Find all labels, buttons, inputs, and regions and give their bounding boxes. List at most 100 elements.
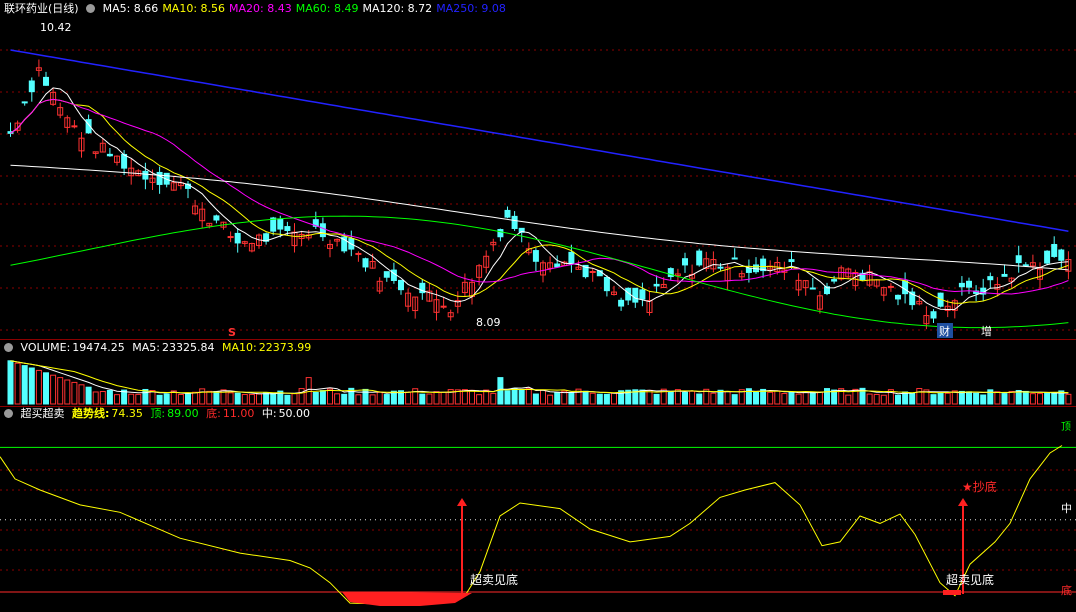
- volume-bar: [327, 388, 333, 405]
- volume-bar: [710, 392, 717, 405]
- volume-bar: [781, 393, 788, 405]
- volume-bar: [7, 360, 14, 405]
- volume-bar: [341, 393, 348, 405]
- volume-bar: [944, 392, 951, 405]
- volume-bar: [532, 393, 539, 405]
- volume-bar: [774, 390, 781, 405]
- candle-body: [532, 250, 539, 262]
- volume-bar: [973, 392, 980, 405]
- candle-body: [43, 76, 49, 86]
- volume-bar: [128, 393, 135, 405]
- volume-bar: [1044, 392, 1051, 405]
- candle-body: [71, 125, 78, 128]
- volume-bar: [525, 388, 532, 405]
- volume-bar: [234, 392, 241, 405]
- ma5-line: [10, 87, 1069, 311]
- volume-bar: [1022, 390, 1029, 405]
- candle-body: [28, 80, 35, 93]
- volume-bar: [582, 390, 589, 405]
- volume-bar: [57, 377, 64, 405]
- candle-body: [958, 282, 965, 288]
- cai-marker: 财: [939, 324, 950, 338]
- ma60-line: [10, 215, 1069, 329]
- candle-body: [632, 287, 639, 303]
- volume-bar: [767, 391, 774, 405]
- volume-bar: [114, 394, 120, 405]
- volume-bar: [248, 394, 255, 405]
- zeng-marker: 增: [981, 324, 992, 338]
- candle-body: [895, 294, 901, 300]
- volume-bar: [256, 393, 262, 405]
- candle-body: [440, 305, 447, 308]
- volume-bar: [355, 394, 362, 405]
- volume-bar: [241, 393, 248, 405]
- volume-bar: [518, 389, 525, 405]
- candle-body: [284, 226, 291, 232]
- candle-body: [156, 171, 163, 185]
- volume-bar: [646, 389, 653, 405]
- candle-body: [213, 215, 220, 221]
- stock-chart[interactable]: 10.42 8.09 S 财 增 顶 中 底 超卖见底 超卖见底 ★抄底: [0, 0, 1076, 612]
- volume-bar: [873, 393, 880, 405]
- volume-bar: [71, 381, 78, 405]
- volume-bar: [106, 389, 113, 405]
- candle-body: [653, 283, 660, 287]
- volume-bar: [966, 391, 972, 405]
- volume-bar: [99, 391, 106, 405]
- volume-bar: [540, 389, 546, 405]
- volume-bar: [994, 391, 1001, 405]
- volume-bar: [149, 390, 156, 405]
- candle-body: [987, 276, 994, 281]
- volume-bar: [369, 394, 376, 405]
- volume-bar: [845, 394, 852, 405]
- volume-bar: [92, 391, 99, 405]
- candle-body: [568, 251, 575, 265]
- volume-bar: [305, 377, 312, 405]
- volume-bar: [809, 391, 816, 405]
- volume-bar: [1065, 393, 1072, 405]
- volume-bar: [383, 394, 390, 405]
- candle-body: [717, 266, 724, 269]
- signal-oversold-2: 超卖见底: [946, 572, 994, 587]
- volume-bar: [561, 390, 568, 405]
- candle-body: [696, 250, 703, 266]
- volume-bar: [603, 393, 610, 405]
- volume-bar: [667, 391, 674, 405]
- volume-bar: [426, 393, 433, 405]
- candle-body: [603, 276, 610, 292]
- candle-body: [831, 279, 838, 282]
- volume-bar: [937, 392, 944, 405]
- volume-bar: [511, 387, 518, 405]
- volume-bar: [916, 388, 923, 405]
- volume-bar: [334, 393, 341, 405]
- oversold-fill: [943, 590, 961, 595]
- volume-bar: [880, 394, 887, 405]
- volume-bar: [554, 392, 561, 405]
- volume-bar: [50, 374, 57, 405]
- candle-body: [618, 299, 625, 307]
- volume-bar: [674, 389, 681, 405]
- candle-body: [1001, 273, 1008, 277]
- volume-bar: [483, 389, 490, 405]
- volume-bar: [135, 393, 142, 405]
- ma20-line: [10, 98, 1069, 295]
- ma10-line: [10, 98, 1069, 304]
- top-right-label: 顶: [1061, 421, 1071, 433]
- volume-bar: [696, 393, 703, 405]
- volume-ma10-line: [10, 360, 1069, 395]
- volume-bar: [653, 393, 660, 405]
- volume-bar: [284, 394, 291, 405]
- volume-bar: [405, 391, 412, 405]
- candle-body: [142, 170, 149, 180]
- volume-ma-lines: [10, 360, 1069, 395]
- candle-body: [497, 229, 504, 238]
- volume-bar: [35, 369, 42, 405]
- volume-bar: [980, 394, 987, 405]
- volume-bar: [866, 393, 873, 405]
- volume-bar: [611, 392, 617, 405]
- candle-body: [1044, 250, 1051, 264]
- candle-body: [745, 267, 752, 273]
- candle-body: [227, 236, 234, 239]
- candle-body: [809, 287, 816, 290]
- volume-bar: [717, 389, 724, 405]
